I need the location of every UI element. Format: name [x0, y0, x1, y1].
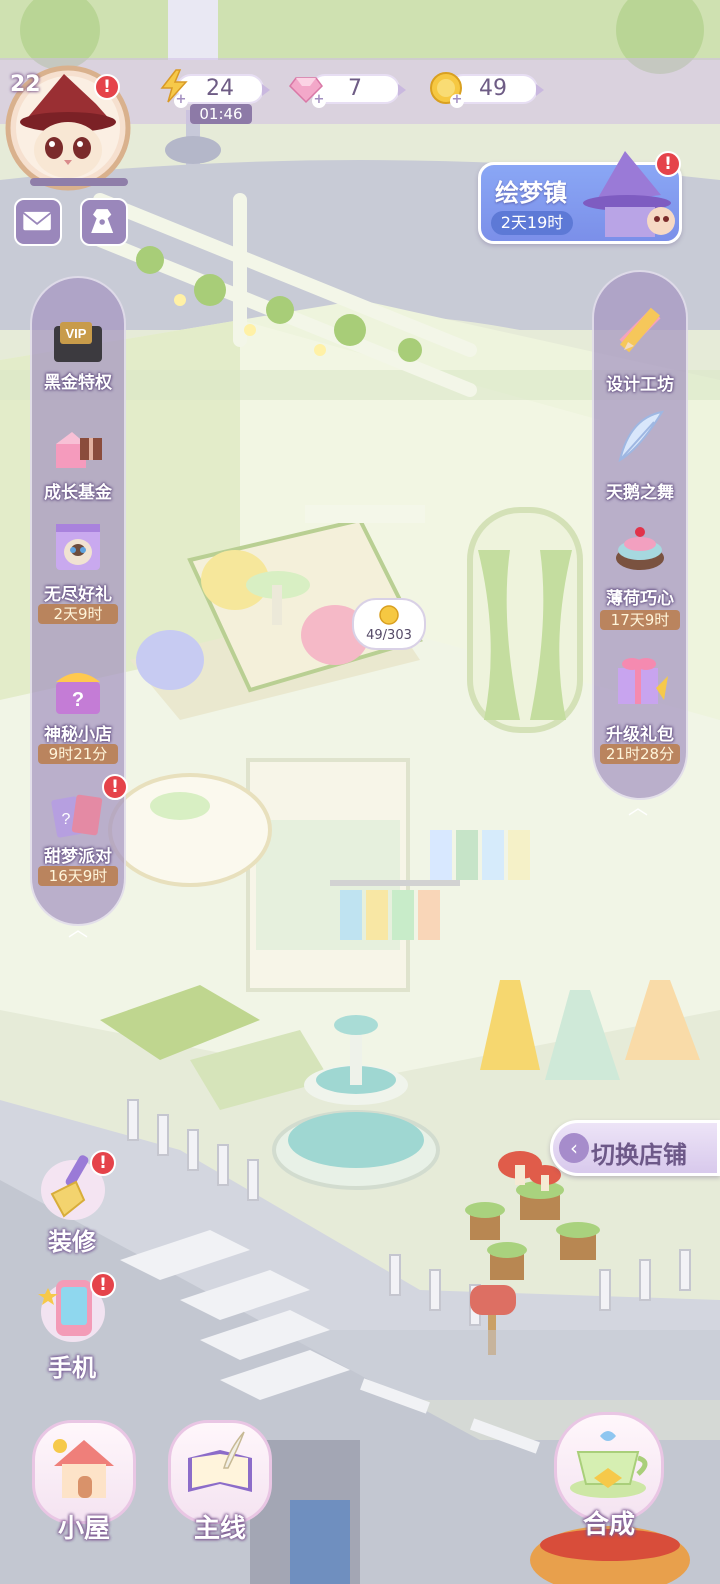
nav-main-story-button[interactable]: 主线 [168, 1420, 272, 1550]
growth-fund-button[interactable]: 成长基金 [30, 420, 126, 503]
coin-plus-icon[interactable]: + [450, 93, 464, 108]
mystery-shop-timer: 9时21分 [38, 744, 118, 764]
wardrobe-button[interactable] [80, 198, 128, 246]
endless-gift-button[interactable]: 无尽好礼 2天9时 [30, 514, 126, 634]
phone-label: 手机 [48, 1354, 96, 1382]
right-panel-collapse-button[interactable]: ︿ [622, 796, 654, 818]
decorate-alert-badge: ! [90, 1150, 116, 1176]
endless-gift-timer: 2天9时 [38, 604, 118, 624]
switch-shop-label: 切换店铺 [591, 1141, 687, 1169]
coin-arrow-icon [536, 84, 544, 96]
player-level: 22 [10, 72, 41, 97]
mint-chocolate-timer: 17天9时 [600, 610, 680, 630]
avatar-alert-badge: ! [94, 74, 120, 100]
event-timer: 2天19时 [491, 211, 573, 235]
swan-dance-button[interactable]: 天鹅之舞 [592, 408, 688, 503]
teacup-icon [570, 1431, 648, 1498]
party-cards-icon: ? [51, 794, 103, 838]
vip-card-icon: VIP [54, 322, 102, 362]
gift-box-icon [56, 432, 102, 468]
endless-gift-label: 无尽好礼 [44, 585, 112, 605]
event-alert-badge: ! [655, 151, 681, 177]
svg-text:?: ? [72, 689, 84, 711]
energy-plus-icon[interactable]: + [174, 93, 188, 108]
mail-button[interactable] [14, 198, 62, 246]
party-alert-badge: ! [102, 774, 128, 800]
gem-value: 7 [348, 76, 362, 101]
mint-chocolate-button[interactable]: 薄荷巧心 17天9时 [592, 516, 688, 636]
pencil-ruler-icon [619, 307, 661, 353]
coin-icon [379, 605, 399, 625]
design-workshop-label: 设计工坊 [606, 375, 674, 395]
sweet-dream-party-label: 甜梦派对 [44, 847, 112, 867]
switch-shop-button[interactable]: ‹ 切换店铺 [550, 1120, 720, 1176]
avatar-progress-bar [30, 178, 128, 186]
mystery-shop-icon: ? [56, 673, 100, 714]
upgrade-gift-icon [618, 658, 668, 704]
dress-icon [91, 209, 114, 233]
svg-text:VIP: VIP [66, 326, 87, 341]
gem-arrow-icon [398, 84, 406, 96]
phone-button[interactable]: ! 手机 [32, 1272, 116, 1382]
envelope-icon [22, 211, 52, 231]
event-name: 绘梦镇 [495, 179, 567, 207]
mystery-shop-label: 神秘小店 [44, 725, 112, 745]
house-icon [53, 1439, 114, 1498]
vip-privilege-label: 黑金特权 [44, 373, 112, 393]
nav-house-label: 小屋 [57, 1514, 110, 1544]
gem-plus-icon[interactable]: + [312, 93, 326, 108]
sweet-dream-party-button[interactable]: ? ! 甜梦派对 16天9时 [30, 774, 128, 890]
decorate-label: 装修 [48, 1228, 96, 1256]
energy-value: 24 [206, 76, 234, 101]
vip-privilege-button[interactable]: VIP 黑金特权 [30, 310, 126, 393]
decorate-button[interactable]: ! 装修 [32, 1150, 116, 1256]
phone-alert-badge: ! [90, 1272, 116, 1298]
cat-gift-icon [56, 524, 100, 570]
nav-merge-label: 合成 [582, 1510, 635, 1540]
energy-arrow-icon [262, 84, 270, 96]
design-workshop-button[interactable]: 设计工坊 [592, 300, 688, 395]
book-quill-icon [188, 1431, 252, 1492]
upgrade-gift-label: 升级礼包 [606, 725, 674, 745]
mint-chocolate-label: 薄荷巧心 [606, 589, 674, 609]
sweet-dream-party-timer: 16天9时 [38, 866, 118, 886]
upgrade-gift-button[interactable]: 升级礼包 21时28分 [592, 648, 688, 768]
nav-house-button[interactable]: 小屋 [32, 1420, 136, 1550]
shop-progress-bubble[interactable]: 49/303 [352, 598, 426, 650]
left-panel-collapse-button[interactable]: ︿ [62, 918, 94, 940]
nav-merge-button[interactable]: 合成 [554, 1412, 664, 1542]
nav-main-story-label: 主线 [193, 1514, 246, 1544]
mystery-shop-button[interactable]: ? 神秘小店 9时21分 [30, 660, 126, 770]
feather-icon [618, 410, 665, 463]
swan-dance-label: 天鹅之舞 [606, 483, 674, 503]
coin-value: 49 [479, 76, 507, 101]
cake-icon [616, 527, 664, 570]
svg-text:?: ? [62, 811, 71, 828]
upgrade-gift-timer: 21时28分 [600, 744, 680, 764]
energy-timer: 01:46 [190, 104, 252, 124]
shop-progress-text: 49/303 [366, 628, 412, 643]
growth-fund-label: 成长基金 [44, 483, 112, 503]
event-card[interactable]: 绘梦镇 2天19时 ! [478, 151, 682, 244]
chevron-left-icon: ‹ [559, 1133, 589, 1163]
